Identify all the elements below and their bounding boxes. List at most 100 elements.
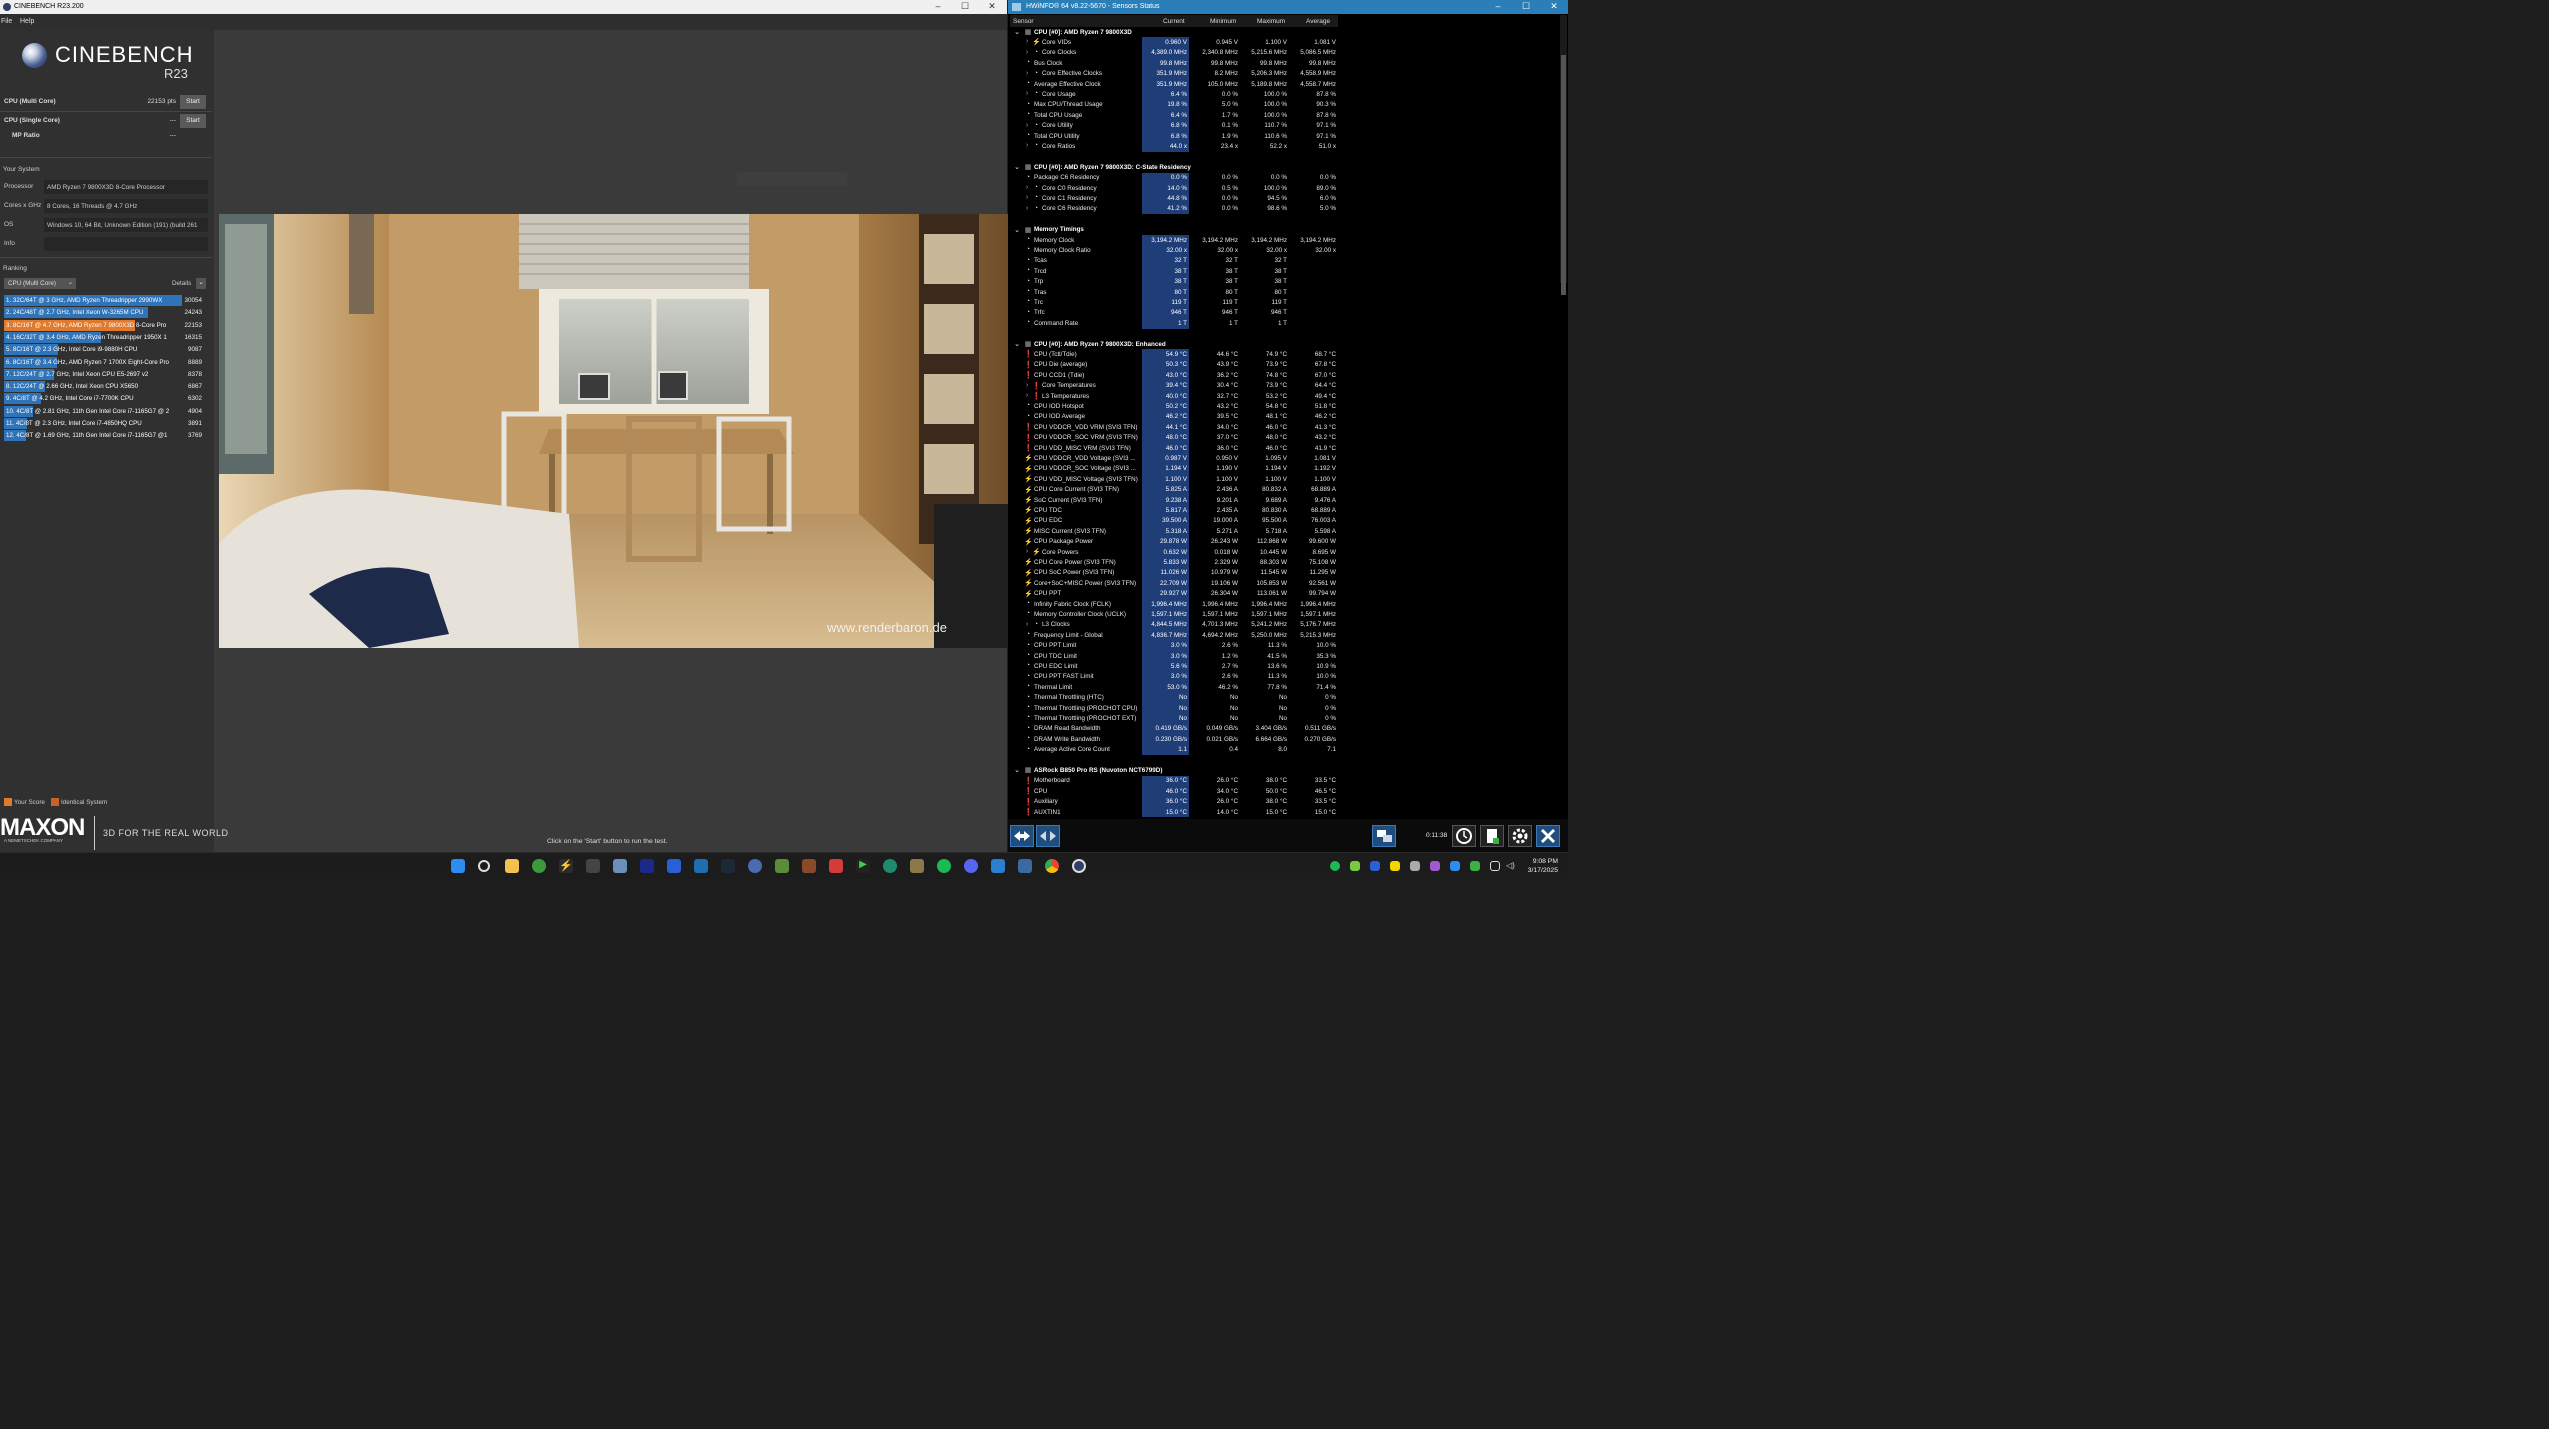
details-dropdown-icon[interactable]: ⌄ <box>196 278 206 289</box>
sensor-row[interactable]: › ◔ Core C1 Residency 44.8 % 0.0 % 94.5 % 6.0 … <box>1010 193 1338 204</box>
report-icon[interactable] <box>1480 825 1504 847</box>
nvidia-tray-icon[interactable] <box>1350 861 1360 871</box>
sensor-row[interactable]: ◔ Memory Clock Ratio 32.00 x 32.00 x 32.00 x… <box>1010 245 1338 256</box>
tray-icon[interactable] <box>1450 861 1460 871</box>
sensor-group-row[interactable]: ⌄ ▦ CPU [#0]: AMD Ryzen 7 9800X3D <box>1010 27 1338 37</box>
collapse-arrows-icon[interactable] <box>1036 825 1060 847</box>
app-icon[interactable] <box>775 859 789 873</box>
sensor-group-row[interactable]: ⌄ ▦ Memory Timings <box>1010 225 1338 235</box>
spotify-tray-icon[interactable] <box>1330 861 1340 871</box>
sensor-row[interactable]: ❗ CPU Die (average) 50.3 °C 43.9 °C 73.9 °C 6… <box>1010 359 1338 371</box>
sensor-scrollbar[interactable] <box>1560 15 1567 295</box>
sensor-row[interactable]: ◔ Tras 80 T 80 T 80 T <box>1010 287 1338 298</box>
app-icon[interactable] <box>991 859 1005 873</box>
app-icon[interactable] <box>910 859 924 873</box>
maximize-icon[interactable]: ☐ <box>1512 1 1540 12</box>
sensor-row[interactable]: › ❗ L3 Temperatures 40.0 °C 32.7 °C 53.2 °C 49… <box>1010 391 1338 402</box>
sensor-row[interactable]: ❗ CPU VDD_MISC VRM (SVI3 TFN) 46.0 °C 36.0 … <box>1010 443 1338 454</box>
sensor-row[interactable]: › ⚡ Core Powers 0.632 W 0.018 W 10.445 W 8.695… <box>1010 547 1338 558</box>
start-multi-core-button[interactable]: Start <box>180 95 206 109</box>
gear-icon[interactable] <box>1508 825 1532 847</box>
chevron-right-icon[interactable]: › <box>1023 621 1031 628</box>
ranking-row[interactable]: 1. 32C/64T @ 3 GHz, AMD Ryzen Threadripp… <box>4 295 206 306</box>
sensor-row[interactable]: ⚡ CPU Package Power 29.878 W 26.243 W 112.86… <box>1010 536 1338 547</box>
hwinfo-taskbar-icon[interactable] <box>694 859 708 873</box>
sensor-row[interactable]: ◔ DRAM Read Bandwidth 0.419 GB/s 0.049 GB/s… <box>1010 723 1338 735</box>
menu-help[interactable]: Help <box>20 18 34 25</box>
network-icon[interactable] <box>1490 861 1500 871</box>
app-icon[interactable] <box>667 859 681 873</box>
sensor-row[interactable]: ◔ Package C6 Residency 0.0 % 0.0 % 0.0 % 0.0 … <box>1010 172 1338 183</box>
sensor-row[interactable]: ⚡ CPU VDDCR_SOC Voltage (SVI3 ... 1.194 V 1… <box>1010 463 1338 475</box>
ranking-row[interactable]: 4. 16C/32T @ 3.4 GHz, AMD Ryzen Threadri… <box>4 331 206 343</box>
tray-icon[interactable] <box>1390 861 1400 871</box>
tray-icon[interactable] <box>1370 861 1380 871</box>
chevron-right-icon[interactable]: › <box>1023 90 1031 97</box>
cinebench-taskbar-icon[interactable] <box>1072 859 1086 873</box>
chevron-down-icon[interactable]: ⌄ <box>1013 28 1021 36</box>
sensor-row[interactable]: ❗ CPU (Tctl/Tdie) 54.9 °C 44.6 °C 74.9 °C 68.… <box>1010 349 1338 360</box>
sensor-row[interactable]: ◔ CPU PPT Limit 3.0 % 2.6 % 11.3 % 10.0 % <box>1010 640 1338 651</box>
sensor-row[interactable]: › ◔ L3 Clocks 4,844.5 MHz 4,701.3 MHz 5,241.2… <box>1010 619 1338 631</box>
ranking-row[interactable]: 2. 24C/48T @ 2.7 GHz, Intel Xeon W-3265M… <box>4 307 206 319</box>
chevron-down-icon[interactable]: ⌄ <box>1013 340 1021 348</box>
sensor-row[interactable]: ⚡ CPU TDC 5.817 A 2.435 A 80.830 A 68.889 A <box>1010 505 1338 516</box>
sensor-row[interactable]: ◔ CPU IOD Hotspot 50.2 °C 43.2 °C 54.8 °C 51.… <box>1010 401 1338 412</box>
ranking-row[interactable]: 12. 4C/8T @ 1.69 GHz, 11th Gen Intel Cor… <box>4 430 206 442</box>
scrollbar-thumb[interactable] <box>1561 55 1566 295</box>
ranking-row[interactable]: 11. 4C/8T @ 2.3 GHz, Intel Core i7-4850H… <box>4 418 206 429</box>
sensor-row[interactable]: ◔ Trfc 946 T 946 T 946 T <box>1010 307 1338 319</box>
search-icon[interactable] <box>478 860 490 872</box>
chevron-right-icon[interactable]: › <box>1023 194 1031 201</box>
sensor-row[interactable]: ◔ Memory Clock 3,194.2 MHz 3,194.2 MHz 3,194… <box>1010 235 1338 246</box>
steam-icon[interactable] <box>721 859 735 873</box>
sensor-row[interactable]: ◔ Command Rate 1 T 1 T 1 T <box>1010 318 1338 329</box>
sensor-row[interactable]: ◔ CPU EDC Limit 5.6 % 2.7 % 13.6 % 10.9 % <box>1010 661 1338 672</box>
column-minimum[interactable]: Minimum <box>1210 18 1236 25</box>
sensor-row[interactable]: ❗ CPU VDDCR_VDD VRM (SVI3 TFN) 44.1 °C 34.0… <box>1010 422 1338 433</box>
tray-icon[interactable] <box>1410 861 1420 871</box>
file-explorer-icon[interactable] <box>505 859 519 873</box>
sensor-row[interactable]: ◔ Trcd 38 T 38 T 38 T <box>1010 266 1338 277</box>
sensor-row[interactable]: › ◔ Core Usage 6.4 % 0.0 % 100.0 % 87.8 % <box>1010 89 1338 100</box>
minimize-icon[interactable]: – <box>924 1 952 11</box>
sensor-row[interactable]: ❗ AUXTIN1 15.0 °C 14.0 °C 15.0 °C 15.0 °C <box>1010 807 1338 818</box>
sensor-row[interactable]: ◔ Total CPU Utility 6.8 % 1.9 % 110.6 % 97.1 … <box>1010 131 1338 142</box>
sensor-row[interactable]: ⚡ CPU EDC 39.500 A 19.000 A 95.500 A 76.003 A <box>1010 515 1338 527</box>
ranking-row[interactable]: 6. 8C/16T @ 3.4 GHz, AMD Ryzen 7 1700X E… <box>4 356 206 368</box>
sensor-row[interactable]: ⚡ CPU PPT 29.927 W 26.304 W 113.061 W 99.794 … <box>1010 588 1338 599</box>
sensor-row[interactable]: ❗ Auxiliary 36.0 °C 26.0 °C 38.0 °C 33.5 °C <box>1010 796 1338 807</box>
sensor-group-row[interactable]: ⌄ ▦ ASRock B850 Pro RS (Nuvoton NCT6799D) <box>1010 765 1338 775</box>
sensor-row[interactable]: ◔ Thermal Throttling (PROCHOT CPU) No No No 0… <box>1010 703 1338 714</box>
edge-icon[interactable] <box>883 859 897 873</box>
ranking-select[interactable]: CPU (Multi Core) ⌄ <box>4 278 76 289</box>
lightning-app-icon[interactable]: ⚡ <box>559 859 573 873</box>
start-icon[interactable] <box>451 859 465 873</box>
sensor-row[interactable]: ◔ CPU TDC Limit 3.0 % 1.2 % 41.5 % 35.3 % <box>1010 651 1338 662</box>
app-icon[interactable] <box>640 859 654 873</box>
sensor-row[interactable]: ⚡ Core+SoC+MISC Power (SVI3 TFN) 22.709 W 1… <box>1010 578 1338 589</box>
app-icon[interactable] <box>802 859 816 873</box>
ranking-row[interactable]: 8. 12C/24T @ 2.66 GHz, Intel Xeon CPU X5… <box>4 381 206 393</box>
taskbar-clock[interactable]: 9:08 PM 3/17/2025 <box>1528 857 1558 875</box>
chevron-down-icon[interactable]: ⌄ <box>1013 163 1021 171</box>
play-icon[interactable]: ▶ <box>856 859 870 873</box>
chevron-right-icon[interactable]: › <box>1023 382 1031 389</box>
sensor-row[interactable]: › ◔ Core C0 Residency 14.0 % 0.5 % 100.0 % 89.… <box>1010 183 1338 194</box>
ranking-row[interactable]: 3. 8C/16T @ 4.7 GHz, AMD Ryzen 7 9800X3D… <box>4 319 206 331</box>
sensor-row[interactable]: ◔ Average Active Core Count 1.1 0.4 8.0 7.1 <box>1010 744 1338 755</box>
sensor-row[interactable]: ⚡ MISC Current (SVI3 TFN) 5.318 A 5.271 A 5.… <box>1010 526 1338 537</box>
sensor-row[interactable]: ◔ Thermal Limit 53.0 % 46.2 % 77.8 % 71.4 % <box>1010 682 1338 693</box>
sensor-row[interactable]: ⚡ CPU VDDCR_VDD Voltage (SVI3 ... 0.987 V 0… <box>1010 453 1338 464</box>
sensor-row[interactable]: ⚡ CPU Core Current (SVI3 TFN) 5.825 A 2.436… <box>1010 484 1338 495</box>
close-sensors-icon[interactable] <box>1536 825 1560 847</box>
sensor-row[interactable]: ⚡ CPU SoC Power (SVI3 TFN) 11.026 W 10.979 … <box>1010 567 1338 579</box>
sensor-row[interactable]: ❗ CPU CCD1 (Tdie) 43.0 °C 36.2 °C 74.8 °C 67.… <box>1010 370 1338 381</box>
menu-file[interactable]: File <box>1 18 12 25</box>
sensor-row[interactable]: › ❗ Core Temperatures 39.4 °C 30.4 °C 73.9 °C… <box>1010 380 1338 391</box>
chevron-right-icon[interactable]: › <box>1023 548 1031 555</box>
sensor-row[interactable]: ❗ CPU VDDCR_SOC VRM (SVI3 TFN) 48.0 °C 37.0… <box>1010 432 1338 443</box>
close-icon[interactable]: ✕ <box>1540 1 1568 12</box>
column-sensor[interactable]: Sensor <box>1013 18 1034 25</box>
sensor-row[interactable]: ◔ Infinity Fabric Clock (FCLK) 1,996.4 MHz… <box>1010 599 1338 610</box>
